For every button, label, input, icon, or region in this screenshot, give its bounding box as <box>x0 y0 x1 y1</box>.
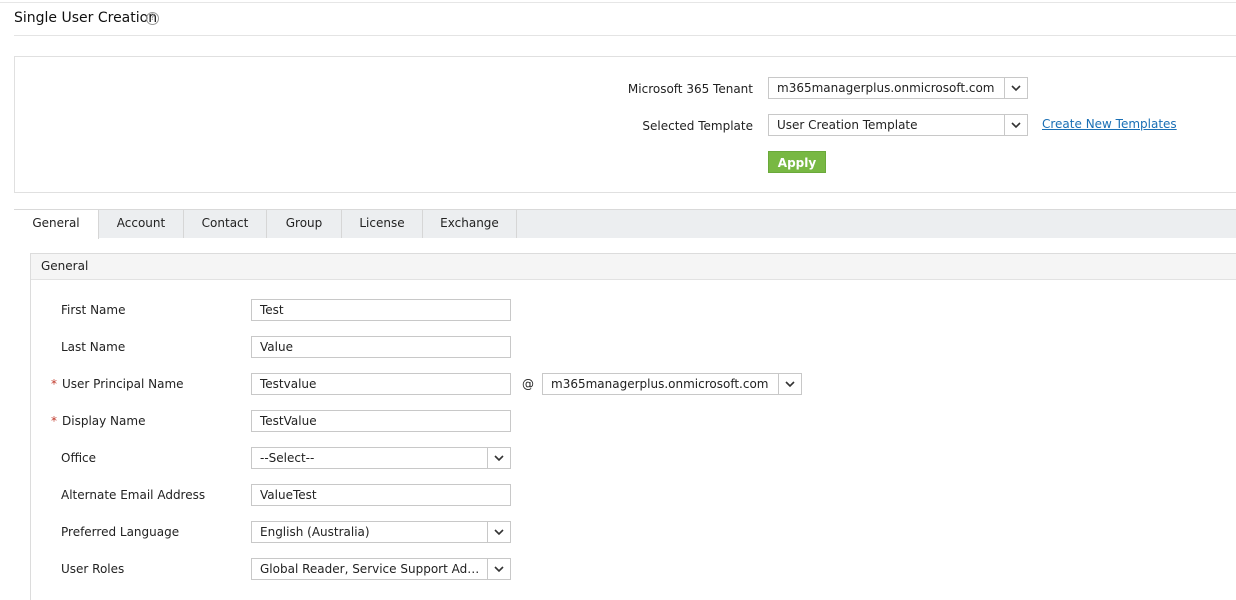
alt-email-input[interactable]: ValueTest <box>251 484 511 506</box>
alt-email-label: Alternate Email Address <box>61 488 206 502</box>
chevron-down-icon[interactable] <box>487 448 510 468</box>
template-select[interactable]: User Creation Template <box>768 114 1028 136</box>
section-title: General <box>41 259 89 273</box>
preferred-language-select[interactable]: English (Australia) <box>251 521 511 543</box>
preferred-language-value: English (Australia) <box>260 525 370 539</box>
first-name-input[interactable]: Test <box>251 299 511 321</box>
tab-bar: General Account Contact Group License Ex… <box>14 209 1236 239</box>
top-divider <box>0 2 1236 3</box>
title-divider <box>14 35 1236 36</box>
section-header: General <box>31 254 1236 280</box>
display-name-value: TestValue <box>260 414 317 428</box>
chevron-down-icon[interactable] <box>487 559 510 579</box>
first-name-label: First Name <box>61 303 126 317</box>
tab-contact[interactable]: Contact <box>184 210 267 238</box>
tab-general[interactable]: General <box>14 210 99 239</box>
general-section-panel: General <box>30 253 1236 600</box>
office-select[interactable]: --Select-- <box>251 447 511 469</box>
last-name-value: Value <box>260 340 293 354</box>
preferred-language-label: Preferred Language <box>61 525 180 539</box>
tenant-select-value: m365managerplus.onmicrosoft.com <box>777 81 995 95</box>
required-marker: * <box>51 377 57 391</box>
last-name-label: Last Name <box>61 340 126 354</box>
help-circle-icon[interactable]: ? <box>146 12 159 25</box>
office-label: Office <box>61 451 97 465</box>
tab-exchange[interactable]: Exchange <box>423 210 517 238</box>
chevron-down-icon[interactable] <box>1004 115 1027 135</box>
at-symbol: @ <box>522 377 534 391</box>
tab-license[interactable]: License <box>342 210 423 238</box>
upn-domain-value: m365managerplus.onmicrosoft.com <box>551 377 769 391</box>
tenant-label: Microsoft 365 Tenant <box>627 82 753 96</box>
apply-button[interactable]: Apply <box>768 151 826 173</box>
tab-account[interactable]: Account <box>99 210 184 238</box>
upn-value: Testvalue <box>260 377 317 391</box>
template-select-value: User Creation Template <box>777 118 918 132</box>
display-name-label: Display Name <box>62 414 146 428</box>
chevron-down-icon[interactable] <box>1004 78 1027 98</box>
upn-input[interactable]: Testvalue <box>251 373 511 395</box>
tenant-select[interactable]: m365managerplus.onmicrosoft.com <box>768 77 1028 99</box>
page-title: Single User Creation <box>14 10 158 26</box>
last-name-input[interactable]: Value <box>251 336 511 358</box>
chevron-down-icon[interactable] <box>487 522 510 542</box>
upn-domain-select[interactable]: m365managerplus.onmicrosoft.com <box>542 373 802 395</box>
display-name-input[interactable]: TestValue <box>251 410 511 432</box>
template-label: Selected Template <box>642 119 753 133</box>
user-roles-select[interactable]: Global Reader, Service Support Administr… <box>251 558 511 580</box>
create-new-templates-link[interactable]: Create New Templates <box>1042 117 1177 131</box>
tab-group[interactable]: Group <box>267 210 342 238</box>
first-name-value: Test <box>260 303 284 317</box>
user-roles-label: User Roles <box>61 562 125 576</box>
upn-label: User Principal Name <box>62 377 184 391</box>
chevron-down-icon[interactable] <box>778 374 801 394</box>
office-select-value: --Select-- <box>260 451 315 465</box>
alt-email-value: ValueTest <box>260 488 317 502</box>
required-marker: * <box>51 414 57 428</box>
user-roles-value: Global Reader, Service Support Administr… <box>260 562 484 576</box>
